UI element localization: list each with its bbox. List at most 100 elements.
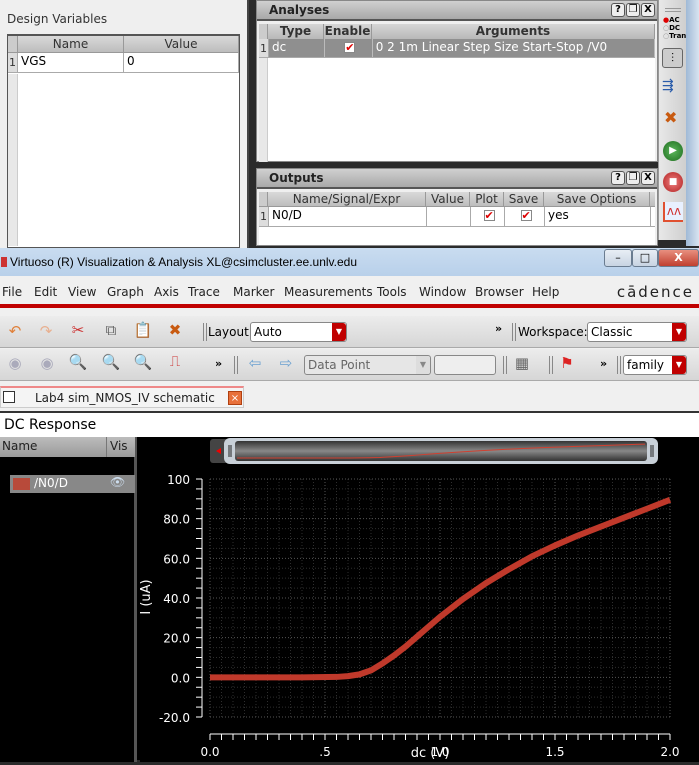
- menu-marker[interactable]: Marker: [233, 285, 274, 299]
- column-header-save[interactable]: Save: [504, 192, 544, 206]
- window-title-bar[interactable]: Virtuoso (R) Visualization & Analysis XL…: [0, 248, 699, 276]
- cadence-logo: cādence: [616, 283, 694, 301]
- menu-help[interactable]: Help: [532, 285, 559, 299]
- run-icon[interactable]: ▶: [663, 141, 683, 161]
- x-tick-label: 0.0: [200, 745, 219, 759]
- zoom-in-icon[interactable]: 🔍: [101, 353, 121, 371]
- close-tab-icon[interactable]: ×: [228, 391, 242, 405]
- zoom-fit-icon[interactable]: 🔍: [68, 353, 88, 371]
- menu-file[interactable]: File: [2, 285, 22, 299]
- column-header-name-signal-expr[interactable]: Name/Signal/Expr: [268, 192, 426, 206]
- data-point-input[interactable]: [434, 355, 496, 375]
- delete-icon[interactable]: ✖: [165, 321, 185, 339]
- enable-checkbox[interactable]: [344, 40, 356, 56]
- column-header-enable[interactable]: Enable: [324, 24, 372, 39]
- toolbar-overflow-button[interactable]: »: [215, 357, 222, 370]
- calculator-icon[interactable]: ▦: [512, 354, 532, 372]
- menu-window[interactable]: Window: [419, 285, 466, 299]
- analysis-arguments-cell[interactable]: 0 2 1m Linear Step Size Start-Stop /V0: [373, 39, 655, 57]
- undo-icon[interactable]: ↶: [5, 322, 25, 340]
- menu-browser[interactable]: Browser: [475, 285, 524, 299]
- analysis-type-cell[interactable]: dc: [269, 39, 325, 57]
- toolbar-grip[interactable]: [234, 356, 238, 374]
- next-point-icon[interactable]: ⇨: [276, 354, 296, 372]
- save-checkbox[interactable]: [520, 208, 532, 224]
- column-header-value[interactable]: Value: [124, 36, 239, 52]
- stop-icon[interactable]: ■: [663, 172, 683, 192]
- design-variables-panel: Design Variables Name Value 1 VGS 0: [0, 0, 249, 248]
- tab-label: Lab4 sim_NMOS_IV schematic: [35, 391, 215, 405]
- copy-icon[interactable]: ⧉: [101, 321, 121, 339]
- cut-icon[interactable]: ✂: [68, 321, 88, 339]
- maximize-button[interactable]: □: [632, 249, 658, 267]
- float-button[interactable]: ❐: [626, 171, 640, 185]
- column-header-value[interactable]: Value: [426, 192, 470, 206]
- back-icon[interactable]: ◉: [5, 354, 25, 372]
- close-button[interactable]: X: [641, 3, 655, 17]
- close-button[interactable]: X: [641, 171, 655, 185]
- legend-item[interactable]: /N0/D 👁: [10, 475, 135, 493]
- outputs-title-bar: Outputs ? ❐ X: [257, 169, 657, 189]
- y-tick-label: 0.0: [171, 671, 190, 685]
- plot-area[interactable]: 100 80.0 60.0 40.0 20.0 0.0 -20.0 0.0.5 1.0 1.5 2.…: [139, 437, 699, 762]
- menu-view[interactable]: View: [68, 285, 96, 299]
- close-window-button[interactable]: X: [658, 249, 699, 267]
- settings-sliders-icon[interactable]: ⫶: [662, 48, 683, 68]
- variable-name-cell[interactable]: VGS: [18, 53, 124, 72]
- menu-trace[interactable]: Trace: [188, 285, 220, 299]
- output-name-cell[interactable]: N0/D: [269, 207, 427, 226]
- outputs-table: Name/Signal/Expr Value Plot Save Save Op…: [259, 192, 655, 245]
- layout-select[interactable]: Auto ▼: [250, 322, 347, 342]
- toolbar-grip[interactable]: [665, 8, 681, 12]
- previous-point-icon[interactable]: ⇦: [245, 354, 265, 372]
- paste-icon[interactable]: 📋: [133, 321, 153, 339]
- flag-icon[interactable]: ⚑: [557, 354, 577, 372]
- help-button[interactable]: ?: [611, 171, 625, 185]
- output-save-options-cell[interactable]: yes: [545, 207, 651, 226]
- delete-icon[interactable]: ✖: [664, 108, 677, 127]
- menu-measurements[interactable]: Measurements: [284, 285, 373, 299]
- menu-bar: File Edit View Graph Axis Trace Marker M…: [0, 278, 699, 308]
- toolbar-overflow-button[interactable]: »: [600, 357, 607, 370]
- y-tick-label: 40.0: [163, 592, 190, 606]
- workspace-select[interactable]: Classic ▼: [587, 322, 687, 342]
- column-header-save-options[interactable]: Save Options: [544, 192, 650, 206]
- menu-axis[interactable]: Axis: [154, 285, 179, 299]
- zoom-waveform-icon[interactable]: ⎍: [165, 352, 185, 370]
- visibility-eye-icon[interactable]: 👁: [110, 475, 125, 489]
- minimize-button[interactable]: –: [604, 249, 632, 267]
- x-scroll-overview[interactable]: [210, 438, 658, 464]
- plot-outputs-icon[interactable]: ʌʌ: [663, 202, 683, 222]
- redo-icon[interactable]: ↷: [36, 322, 56, 340]
- chevron-down-icon: ▼: [416, 356, 430, 374]
- column-header-name[interactable]: Name: [18, 36, 124, 52]
- plot-checkbox[interactable]: [483, 208, 495, 224]
- output-value-cell[interactable]: [427, 207, 471, 226]
- toolbar-grip[interactable]: [512, 323, 516, 341]
- float-button[interactable]: ❐: [626, 3, 640, 17]
- toolbar-grip[interactable]: [203, 323, 207, 341]
- menu-tools[interactable]: Tools: [377, 285, 407, 299]
- family-select[interactable]: family ▼: [623, 355, 687, 375]
- zoom-out-icon[interactable]: 🔍: [133, 353, 153, 371]
- column-header-type[interactable]: Type: [268, 24, 324, 39]
- column-header-plot[interactable]: Plot: [470, 192, 504, 206]
- table-row[interactable]: 1 VGS 0: [8, 53, 239, 73]
- toolbar-overflow-button[interactable]: »: [495, 322, 502, 335]
- outputs-setup-icon[interactable]: ⇶: [662, 78, 674, 94]
- tab-schematic[interactable]: Lab4 sim_NMOS_IV schematic ×: [0, 386, 244, 408]
- forward-icon[interactable]: ◉: [37, 354, 57, 372]
- toolbar-grip[interactable]: [549, 356, 553, 374]
- output-save-cell: [505, 207, 545, 226]
- y-tick-label: 100: [167, 473, 190, 487]
- table-row[interactable]: 1 dc 0 2 1m Linear Step Size Start-Stop …: [259, 39, 655, 58]
- toolbar-grip[interactable]: [617, 356, 621, 374]
- variable-value-cell[interactable]: 0: [124, 53, 239, 72]
- help-button[interactable]: ?: [611, 3, 625, 17]
- table-row[interactable]: 1 N0/D yes: [259, 207, 655, 227]
- menu-edit[interactable]: Edit: [34, 285, 57, 299]
- menu-graph[interactable]: Graph: [107, 285, 144, 299]
- toolbar-grip[interactable]: [503, 356, 507, 374]
- data-point-select[interactable]: Data Point ▼: [304, 355, 431, 375]
- column-header-arguments[interactable]: Arguments: [372, 24, 655, 39]
